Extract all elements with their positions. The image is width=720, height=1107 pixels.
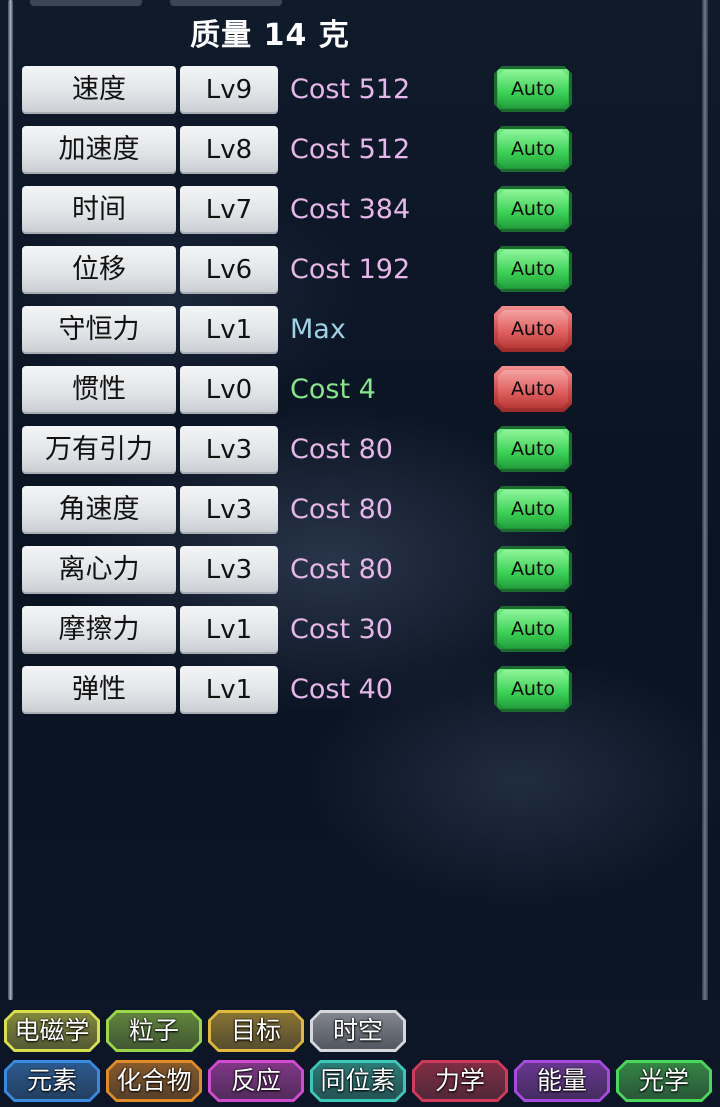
auto-toggle-button[interactable]: Auto — [494, 426, 572, 472]
upgrade-cost: Cost 4 — [290, 374, 376, 405]
category-tab-label: 光学 — [638, 1066, 689, 1095]
auto-toggle-button[interactable]: Auto — [494, 366, 572, 412]
category-tab[interactable]: 粒子 — [106, 1010, 202, 1052]
upgrade-cost: Cost 512 — [290, 74, 411, 105]
category-tab-label: 元素 — [26, 1066, 77, 1095]
category-tab-label: 化合物 — [116, 1066, 192, 1095]
auto-label: Auto — [510, 678, 556, 700]
category-tab-label: 力学 — [434, 1066, 485, 1095]
upgrade-name-button[interactable]: 摩擦力 — [22, 606, 176, 654]
category-tab[interactable]: 电磁学 — [4, 1010, 100, 1052]
category-tab-label: 目标 — [230, 1016, 281, 1045]
auto-label: Auto — [510, 438, 556, 460]
category-tab[interactable]: 时空 — [310, 1010, 406, 1052]
upgrade-cost: Cost 512 — [290, 134, 411, 165]
category-tab-label: 时空 — [332, 1016, 383, 1045]
top-tab-right — [170, 0, 282, 6]
upgrade-level: Lv8 — [180, 126, 278, 174]
auto-label: Auto — [510, 618, 556, 640]
upgrade-cost: Cost 80 — [290, 494, 393, 525]
upgrade-name-button[interactable]: 离心力 — [22, 546, 176, 594]
category-tab[interactable]: 元素 — [4, 1060, 100, 1102]
upgrade-level: Lv7 — [180, 186, 278, 234]
category-tab-label: 能量 — [536, 1066, 587, 1095]
category-tab[interactable]: 目标 — [208, 1010, 304, 1052]
upgrade-name-button[interactable]: 加速度 — [22, 126, 176, 174]
auto-toggle-button[interactable]: Auto — [494, 486, 572, 532]
upgrade-level: Lv1 — [180, 606, 278, 654]
upgrade-name-button[interactable]: 惯性 — [22, 366, 176, 414]
category-tab[interactable]: 化合物 — [106, 1060, 202, 1102]
upgrade-cost: Cost 80 — [290, 434, 393, 465]
upgrade-level: Lv3 — [180, 426, 278, 474]
upgrade-cost: Cost 384 — [290, 194, 411, 225]
auto-toggle-button[interactable]: Auto — [494, 186, 572, 232]
mass-title: 质量 14 克 — [190, 18, 350, 53]
top-tab-left — [30, 0, 142, 6]
auto-label: Auto — [510, 258, 556, 280]
upgrade-level: Lv0 — [180, 366, 278, 414]
auto-toggle-button[interactable]: Auto — [494, 606, 572, 652]
upgrade-level: Lv6 — [180, 246, 278, 294]
upgrade-level: Lv3 — [180, 546, 278, 594]
upgrade-cost: Cost 30 — [290, 614, 393, 645]
auto-toggle-button[interactable]: Auto — [494, 306, 572, 352]
upgrade-name-button[interactable]: 时间 — [22, 186, 176, 234]
category-tab[interactable]: 同位素 — [310, 1060, 406, 1102]
upgrade-level: Lv9 — [180, 66, 278, 114]
category-tab[interactable]: 力学 — [412, 1060, 508, 1102]
upgrade-level: Lv3 — [180, 486, 278, 534]
auto-label: Auto — [510, 78, 556, 100]
upgrade-name-button[interactable]: 速度 — [22, 66, 176, 114]
auto-label: Auto — [510, 198, 556, 220]
auto-toggle-button[interactable]: Auto — [494, 126, 572, 172]
auto-toggle-button[interactable]: Auto — [494, 666, 572, 712]
upgrade-name-button[interactable]: 角速度 — [22, 486, 176, 534]
left-frame-bar — [8, 0, 13, 1000]
auto-label: Auto — [510, 378, 556, 400]
upgrade-cost: Cost 40 — [290, 674, 393, 705]
upgrade-cost: Cost 80 — [290, 554, 393, 585]
category-tab[interactable]: 能量 — [514, 1060, 610, 1102]
category-tab-label: 粒子 — [128, 1016, 179, 1045]
upgrade-cost: Max — [290, 314, 346, 345]
auto-label: Auto — [510, 318, 556, 340]
right-frame-bar — [702, 0, 708, 1000]
auto-label: Auto — [510, 498, 556, 520]
category-tab[interactable]: 反应 — [208, 1060, 304, 1102]
upgrade-name-button[interactable]: 弹性 — [22, 666, 176, 714]
upgrade-level: Lv1 — [180, 666, 278, 714]
auto-toggle-button[interactable]: Auto — [494, 246, 572, 292]
upgrade-level: Lv1 — [180, 306, 278, 354]
upgrade-cost: Cost 192 — [290, 254, 411, 285]
category-tab-label: 电磁学 — [14, 1016, 90, 1045]
auto-label: Auto — [510, 558, 556, 580]
category-tab[interactable]: 光学 — [616, 1060, 712, 1102]
upgrade-name-button[interactable]: 万有引力 — [22, 426, 176, 474]
auto-toggle-button[interactable]: Auto — [494, 66, 572, 112]
category-tab-label: 同位素 — [320, 1066, 396, 1095]
upgrade-name-button[interactable]: 位移 — [22, 246, 176, 294]
upgrade-name-button[interactable]: 守恒力 — [22, 306, 176, 354]
auto-label: Auto — [510, 138, 556, 160]
category-tab-label: 反应 — [230, 1066, 281, 1095]
auto-toggle-button[interactable]: Auto — [494, 546, 572, 592]
